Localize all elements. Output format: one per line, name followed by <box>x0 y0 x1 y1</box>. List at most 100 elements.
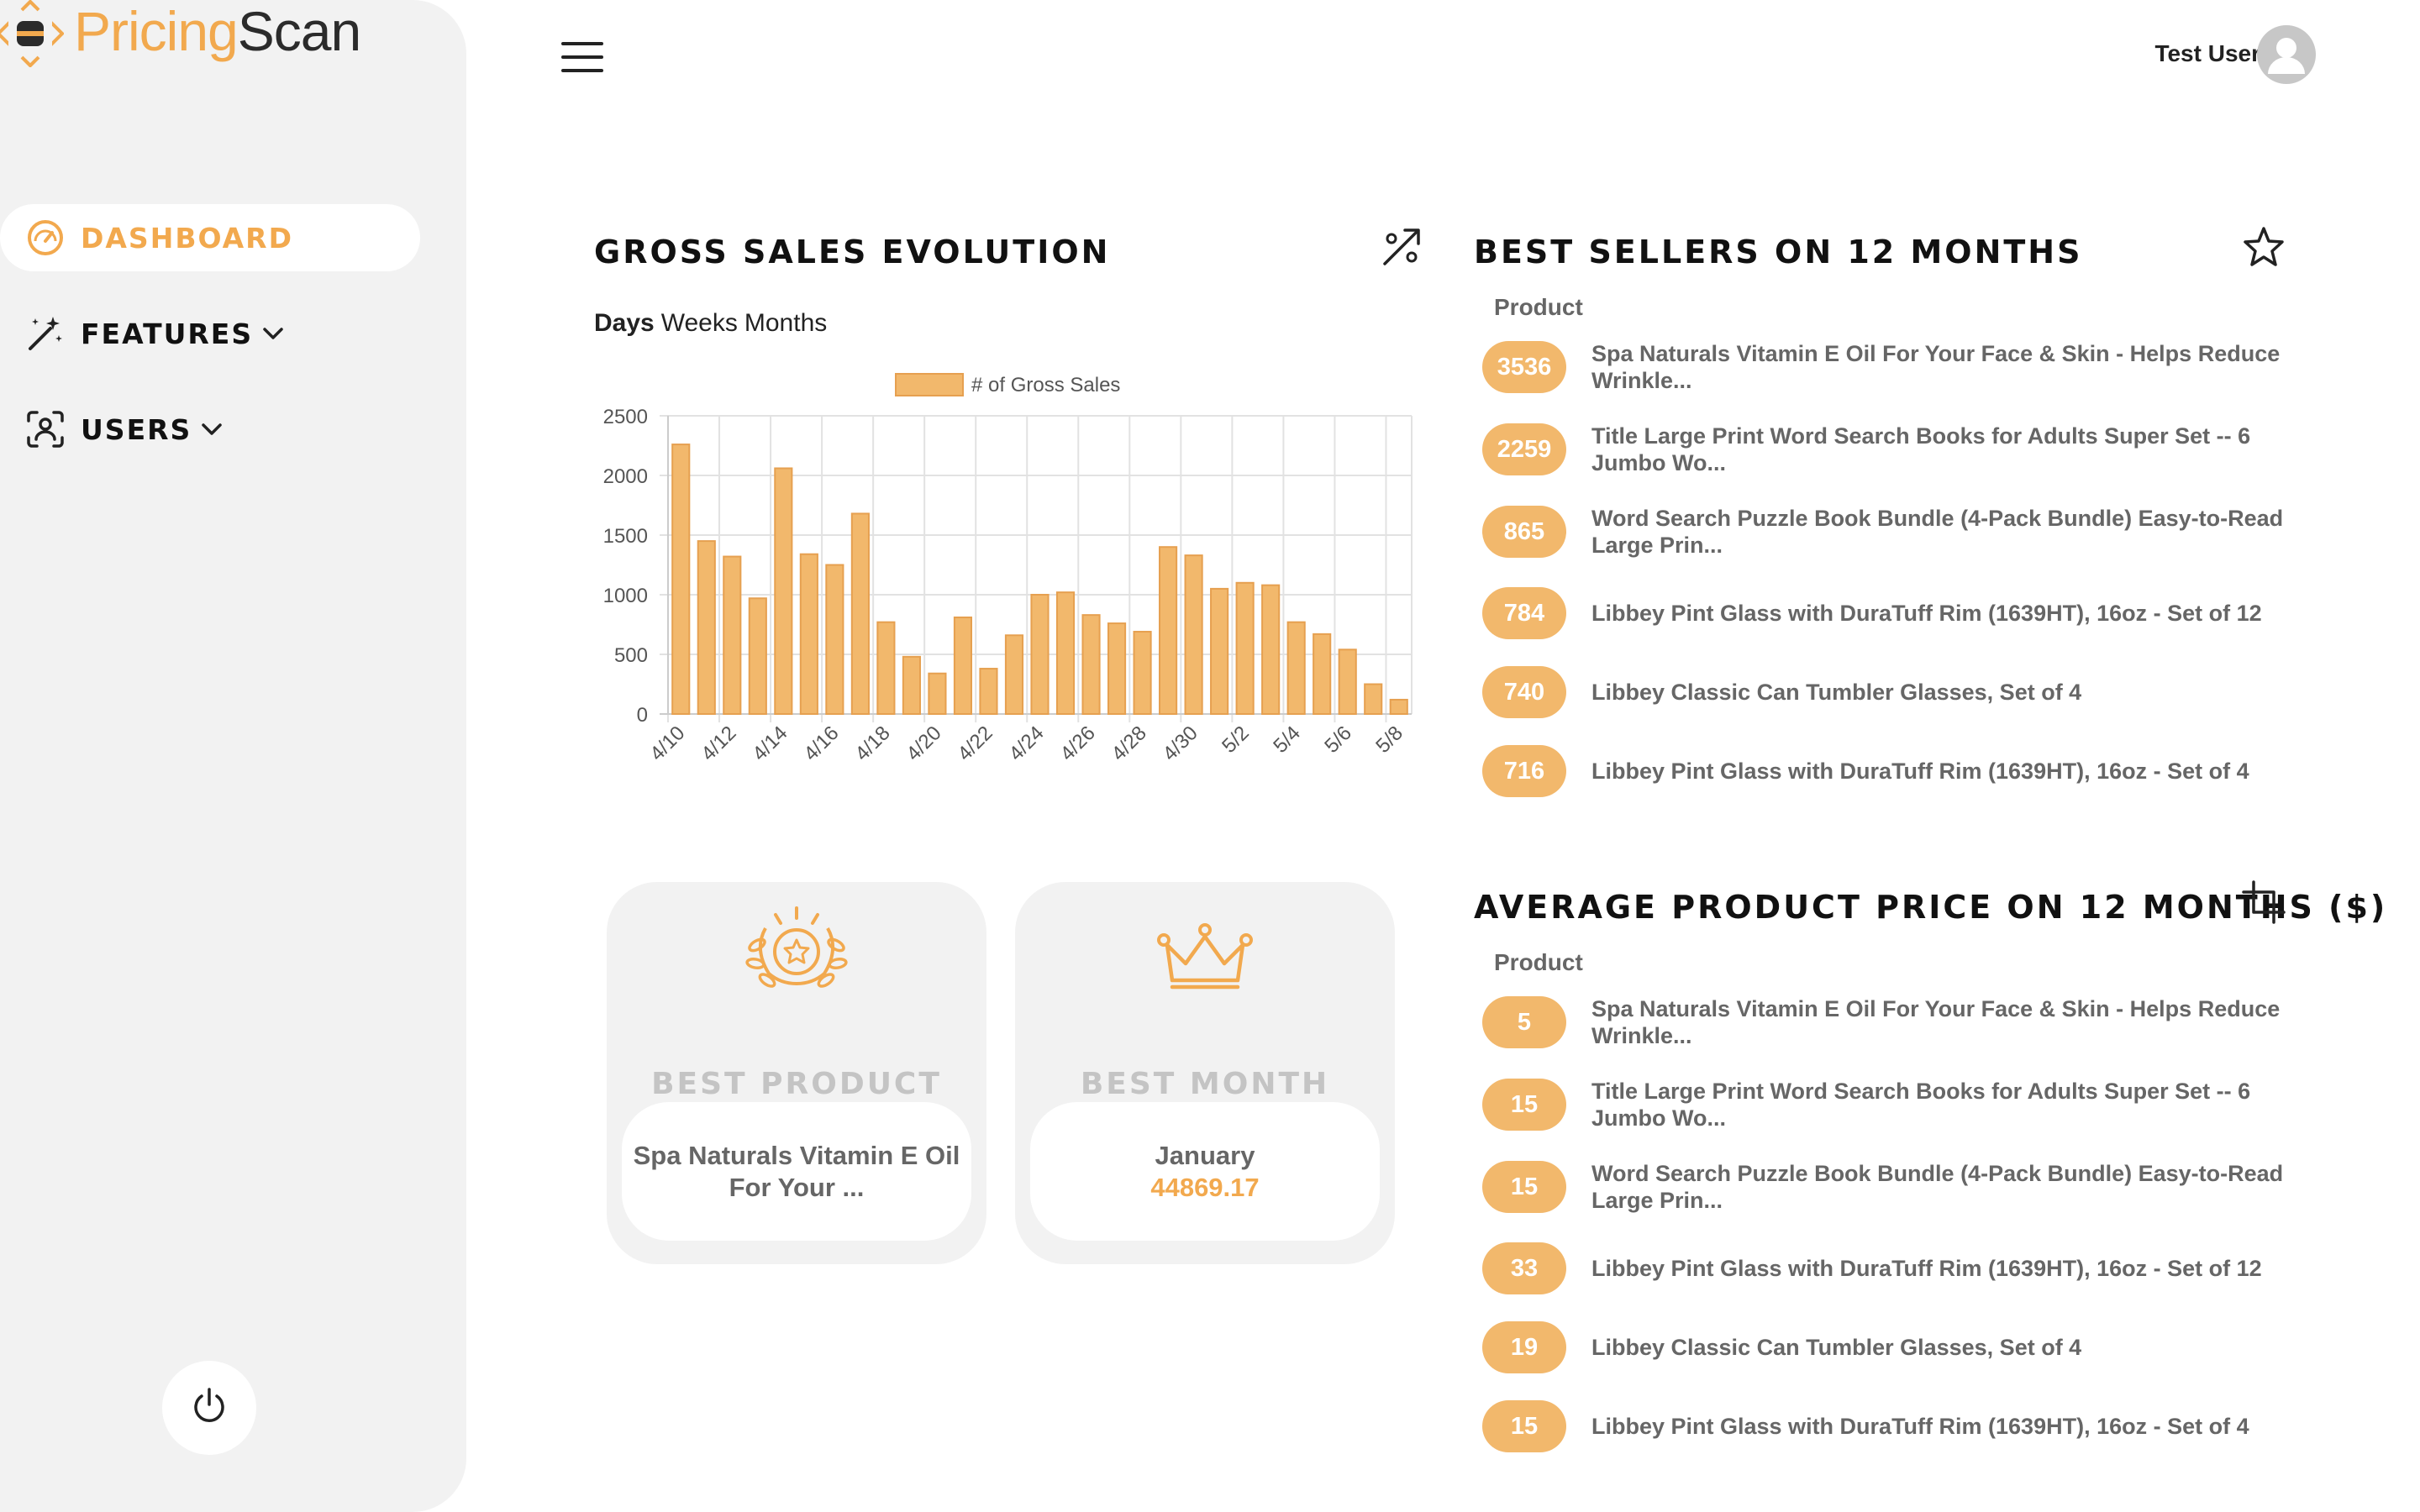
chart-bar <box>1159 546 1178 715</box>
x-tick-label: 4/10 <box>645 722 689 765</box>
product-name: Libbey Pint Glass with DuraTuff Rim (163… <box>1591 759 2249 784</box>
legend-label: # of Gross Sales <box>971 374 1120 396</box>
chevron-down-icon <box>261 321 287 346</box>
chart-bar <box>1030 594 1050 715</box>
x-tick-label: 4/26 <box>1056 722 1100 765</box>
chart-bar <box>799 553 818 715</box>
x-tick-label: 4/22 <box>954 722 997 765</box>
gross-sales-chart-svg: 0 500 1000 1500 2000 2500 4/10 4/12 4/14 4/16 4/18… <box>603 373 1413 765</box>
chart-bar <box>1210 587 1229 715</box>
sidebar-item-label: FEATURES <box>81 317 254 350</box>
price-badge: 15 <box>1482 1400 1566 1452</box>
crop-icon[interactable] <box>2240 879 2287 926</box>
list-item[interactable]: 15 Word Search Puzzle Book Bundle (4-Pack… <box>1482 1160 2306 1214</box>
chart-bar <box>876 621 896 715</box>
x-tick-label: 4/28 <box>1107 722 1151 765</box>
chart-bar <box>1081 614 1101 716</box>
user-name[interactable]: Test User <box>2154 40 2260 67</box>
product-name: Libbey Pint Glass with DuraTuff Rim (163… <box>1591 1256 2262 1281</box>
chart-bar <box>1184 554 1203 715</box>
user-avatar-icon[interactable] <box>2257 25 2316 84</box>
chart-bar <box>825 564 844 715</box>
list-item[interactable]: 2259 Title Large Print Word Search Books … <box>1482 423 2306 476</box>
best-sellers-title: BEST SELLERS ON 12 MONTHS <box>1474 234 2083 270</box>
list-item[interactable]: 865 Word Search Puzzle Book Bundle (4-Pac… <box>1482 505 2306 559</box>
hamburger-icon[interactable] <box>561 40 603 74</box>
list-item[interactable]: 5 Spa Naturals Vitamin E Oil For Your Fac… <box>1482 995 2306 1049</box>
product-name: Word Search Puzzle Book Bundle (4-Pack B… <box>1591 1161 2284 1213</box>
product-name: Libbey Pint Glass with DuraTuff Rim (163… <box>1591 1414 2249 1439</box>
list-item[interactable]: 19 Libbey Classic Can Tumbler Glasses, Se… <box>1482 1321 2306 1373</box>
best-sellers-column-header: Product <box>1494 294 1583 320</box>
logo-text-pricing: Pricing <box>74 0 239 62</box>
crown-icon <box>1015 903 1395 995</box>
trend-percent-icon[interactable] <box>1378 223 1425 270</box>
x-tick-label: 5/8 <box>1371 722 1407 758</box>
y-tick-label: 0 <box>637 704 648 727</box>
count-badge: 784 <box>1482 587 1566 639</box>
face-scan-icon <box>24 407 67 451</box>
avg-price-column-header: Product <box>1494 949 1583 975</box>
price-badge: 15 <box>1482 1161 1566 1213</box>
list-item[interactable]: 15 Title Large Print Word Search Books fo… <box>1482 1078 2306 1131</box>
count-badge: 2259 <box>1482 423 1566 475</box>
best-month-card: BEST MONTH January 44869.17 <box>1015 882 1395 1264</box>
legend-swatch <box>895 373 964 396</box>
magic-wand-icon <box>24 312 67 355</box>
best-month-name: January <box>1155 1140 1255 1170</box>
list-item[interactable]: 33 Libbey Pint Glass with DuraTuff Rim (1… <box>1482 1242 2306 1294</box>
product-name: Spa Naturals Vitamin E Oil For Your Face… <box>1591 341 2281 393</box>
power-icon <box>189 1386 229 1431</box>
sidebar: PricingScan DASHBOARD FEATURES USERS <box>0 0 466 1512</box>
x-tick-label: 4/12 <box>697 722 740 765</box>
x-tick-label: 5/6 <box>1320 722 1356 758</box>
star-outline-icon[interactable] <box>2240 223 2287 270</box>
chart-bar <box>1055 591 1076 715</box>
tab-days[interactable]: Days <box>594 309 655 337</box>
chart-bar <box>1235 581 1255 715</box>
product-name: Libbey Pint Glass with DuraTuff Rim (163… <box>1591 601 2262 626</box>
tab-weeks[interactable]: Weeks <box>661 309 738 337</box>
sidebar-item-features[interactable]: FEATURES <box>0 300 420 367</box>
chart-bar <box>1338 648 1357 716</box>
list-item[interactable]: 3536 Spa Naturals Vitamin E Oil For Your … <box>1482 340 2306 394</box>
logout-button[interactable] <box>162 1361 256 1455</box>
product-name: Spa Naturals Vitamin E Oil For Your Face… <box>1591 996 2281 1048</box>
chart-bar <box>1389 698 1408 715</box>
sidebar-item-label: DASHBOARD <box>81 221 293 255</box>
chart-bar <box>902 655 921 715</box>
list-item[interactable]: 15 Libbey Pint Glass with DuraTuff Rim (1… <box>1482 1400 2306 1452</box>
chart-bar <box>953 616 973 716</box>
logo[interactable]: PricingScan <box>0 0 361 68</box>
sidebar-item-dashboard[interactable]: DASHBOARD <box>0 204 420 271</box>
x-tick-label: 5/4 <box>1269 722 1305 758</box>
y-tick-label: 2000 <box>603 465 648 488</box>
list-item[interactable]: 740 Libbey Classic Can Tumbler Glasses, S… <box>1482 666 2306 718</box>
chart-bar <box>774 467 793 715</box>
best-month-box: January 44869.17 <box>1030 1102 1380 1241</box>
product-name: Libbey Classic Can Tumbler Glasses, Set … <box>1591 1335 2082 1360</box>
sidebar-item-users[interactable]: USERS <box>0 396 420 463</box>
count-badge: 716 <box>1482 745 1566 797</box>
count-badge: 865 <box>1482 506 1566 558</box>
sidebar-item-label: USERS <box>81 412 192 446</box>
chart-bar <box>979 668 998 716</box>
laurel-star-icon <box>607 903 986 995</box>
x-tick-label: 4/14 <box>748 722 792 765</box>
price-badge: 33 <box>1482 1242 1566 1294</box>
y-tick-label: 1500 <box>603 525 648 548</box>
tab-months[interactable]: Months <box>744 309 827 337</box>
list-item[interactable]: 784 Libbey Pint Glass with DuraTuff Rim (… <box>1482 587 2306 639</box>
chart-bar <box>1107 622 1127 715</box>
chart-bar <box>671 444 691 716</box>
gross-sales-title: GROSS SALES EVOLUTION <box>594 234 1111 270</box>
x-tick-label: 4/30 <box>1159 722 1202 765</box>
chevron-down-icon <box>200 417 225 442</box>
y-tick-label: 2500 <box>603 406 648 428</box>
best-product-card: BEST PRODUCT Spa Naturals Vitamin E Oil … <box>607 882 986 1264</box>
chart-bar <box>1313 633 1332 715</box>
x-tick-label: 4/24 <box>1005 722 1049 765</box>
x-tick-label: 4/16 <box>799 722 843 765</box>
price-badge: 15 <box>1482 1079 1566 1131</box>
list-item[interactable]: 716 Libbey Pint Glass with DuraTuff Rim (… <box>1482 745 2306 797</box>
